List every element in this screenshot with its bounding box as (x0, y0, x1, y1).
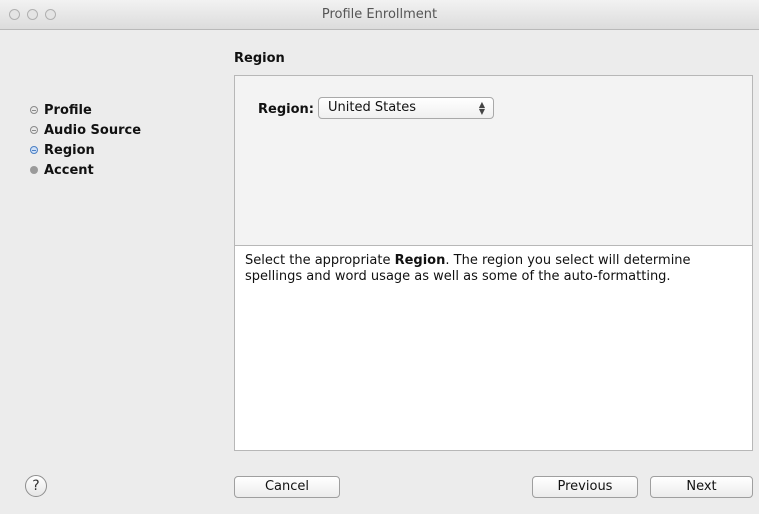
step-item-accent: Accent (30, 160, 141, 180)
region-select[interactable]: United States ▲ ▼ (318, 97, 494, 119)
section-title: Region (234, 51, 285, 66)
step-done-icon (30, 126, 38, 134)
title-bar: Profile Enrollment (0, 0, 759, 30)
step-list: Profile Audio Source Region Accent (30, 100, 141, 180)
previous-button[interactable]: Previous (532, 476, 638, 498)
window-title: Profile Enrollment (321, 7, 438, 22)
step-label: Region (44, 142, 95, 158)
help-text: Select the appropriate Region. The regio… (245, 253, 745, 285)
next-button[interactable]: Next (650, 476, 753, 498)
help-text-part: Select the appropriate (245, 253, 395, 268)
step-current-icon (30, 146, 38, 154)
step-done-icon (30, 106, 38, 114)
step-label: Accent (44, 162, 94, 178)
region-label: Region: (258, 102, 314, 117)
cancel-button[interactable]: Cancel (234, 476, 340, 498)
step-label: Audio Source (44, 122, 142, 138)
step-label: Profile (44, 102, 92, 118)
region-select-value: United States (328, 100, 417, 115)
step-item-profile: Profile (30, 100, 141, 120)
up-down-arrows-icon: ▲ ▼ (478, 100, 485, 116)
help-button[interactable]: ? (25, 475, 47, 497)
step-item-audio-source: Audio Source (30, 120, 141, 140)
step-pending-icon (30, 166, 38, 174)
help-text-bold: Region (394, 253, 446, 268)
step-item-region: Region (30, 140, 141, 160)
